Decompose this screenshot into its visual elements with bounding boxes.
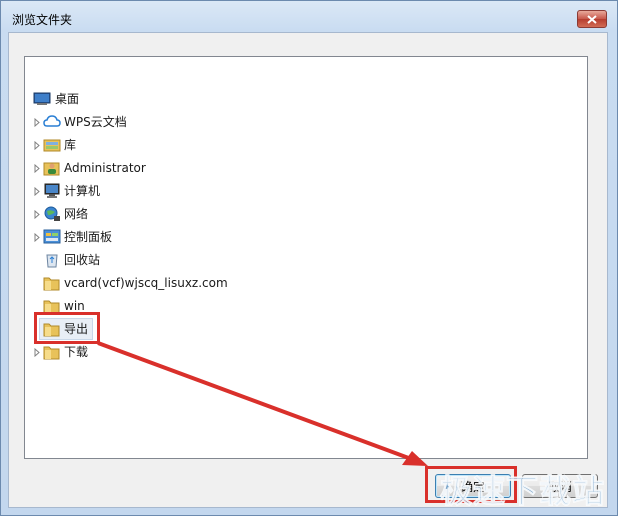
- tree-item-label: WPS云文档: [64, 115, 127, 129]
- library-icon: [43, 139, 61, 152]
- expand-arrow-icon[interactable]: [33, 118, 42, 127]
- expand-arrow-icon[interactable]: [33, 233, 42, 242]
- tree-item-control-panel[interactable]: 控制面板: [30, 226, 330, 248]
- folder-icon: [43, 277, 60, 291]
- tree-item-label: vcard(vcf)wjscq_lisuxz.com: [64, 276, 228, 290]
- tree-item-label: 桌面: [55, 92, 80, 106]
- user-folder-icon: [43, 162, 60, 176]
- expand-arrow-icon[interactable]: [33, 164, 42, 173]
- tree-item-label: 库: [64, 138, 77, 152]
- cloud-icon: [43, 115, 61, 127]
- tree-item-wps-cloud[interactable]: WPS云文档: [30, 111, 330, 133]
- tree-item-vcard-folder[interactable]: vcard(vcf)wjscq_lisuxz.com: [30, 272, 350, 294]
- tree-item-downloads-folder[interactable]: 下载: [30, 341, 330, 363]
- annotation-box-selected-folder: [34, 312, 100, 344]
- tree-item-label: Administrator: [64, 161, 146, 175]
- network-icon: [44, 206, 60, 221]
- tree-item-label: 控制面板: [64, 230, 113, 244]
- title-bar[interactable]: 浏览文件夹: [1, 1, 617, 35]
- tree-item-library[interactable]: 库: [30, 134, 330, 156]
- tree-item-recycle-bin[interactable]: 回收站: [30, 249, 330, 271]
- control-panel-icon: [43, 229, 61, 244]
- expand-arrow-icon[interactable]: [33, 141, 42, 150]
- desktop-icon: [33, 92, 51, 105]
- tree-item-label: 计算机: [64, 184, 101, 198]
- tree-item-label: 回收站: [64, 253, 101, 267]
- recycle-bin-icon: [46, 254, 58, 268]
- computer-icon: [44, 183, 60, 198]
- tree-item-network[interactable]: 网络: [30, 203, 330, 225]
- expand-arrow-icon[interactable]: [33, 210, 42, 219]
- tree-item-computer[interactable]: 计算机: [30, 180, 330, 202]
- expand-arrow-icon[interactable]: [33, 187, 42, 196]
- tree-item-desktop[interactable]: 桌面: [30, 88, 330, 110]
- watermark-text: 极速下载站: [439, 472, 606, 511]
- folder-icon: [43, 346, 60, 360]
- tree-item-label: 网络: [64, 207, 89, 221]
- expand-arrow-icon[interactable]: [33, 348, 42, 357]
- window-title: 浏览文件夹: [12, 13, 73, 27]
- tree-item-label: 下载: [64, 345, 89, 359]
- tree-item-administrator[interactable]: Administrator: [30, 157, 330, 179]
- close-button[interactable]: [577, 10, 607, 28]
- close-icon: [587, 14, 597, 24]
